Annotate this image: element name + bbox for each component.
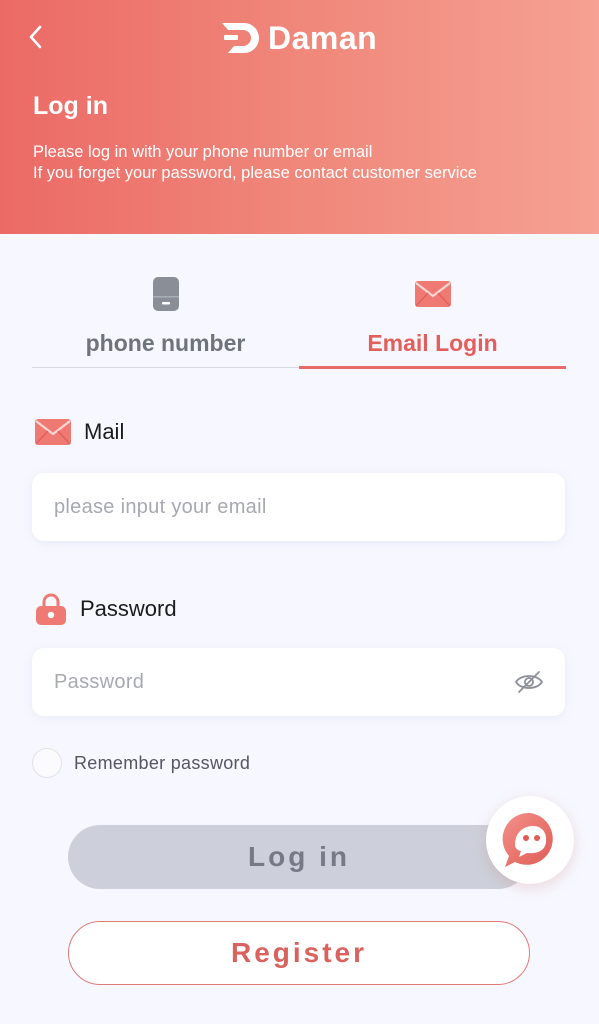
back-button[interactable] (20, 22, 50, 52)
remember-password-checkbox[interactable] (32, 748, 62, 778)
email-field-container (32, 473, 565, 541)
tab-email-label: Email Login (367, 330, 498, 356)
login-button[interactable]: Log in (68, 825, 530, 889)
lock-icon (36, 593, 66, 625)
subtitle-line-1: Please log in with your phone number or … (33, 143, 373, 161)
chat-bubble-icon (502, 812, 553, 867)
tab-phone-underline (32, 367, 299, 368)
login-page: Daman Log in Please log in with your pho… (0, 0, 599, 1024)
brand-logo: Daman (220, 18, 377, 58)
page-title: Log in (33, 92, 108, 120)
daman-logo-icon (222, 23, 259, 53)
tab-phone-label: phone number (85, 330, 246, 356)
password-label: Password (80, 596, 177, 621)
remember-password-option[interactable]: Remember password (32, 748, 250, 778)
password-field-container (32, 648, 565, 716)
subtitle-line-2: If you forget your password, please cont… (33, 164, 477, 182)
mail-label: Mail (84, 419, 125, 444)
email-input[interactable] (54, 495, 494, 519)
register-button[interactable]: Register (68, 921, 530, 985)
eye-slash-icon (514, 671, 544, 693)
remember-password-label: Remember password (74, 752, 251, 773)
brand-name: Daman (268, 19, 378, 56)
tab-email-login[interactable]: Email Login (299, 270, 566, 370)
tab-email-underline (299, 366, 566, 369)
password-label-row: Password (34, 592, 177, 626)
customer-service-chat-button[interactable] (486, 796, 574, 884)
phone-icon (146, 274, 186, 314)
envelope-icon (413, 274, 453, 314)
header-banner: Daman Log in Please log in with your pho… (0, 0, 599, 234)
password-input[interactable] (54, 670, 494, 694)
chevron-left-icon (29, 25, 42, 49)
page-subtitle: Please log in with your phone number or … (33, 142, 573, 184)
mail-label-row: Mail (34, 418, 124, 446)
toggle-password-visibility-button[interactable] (513, 667, 545, 697)
mail-envelope-icon (35, 419, 71, 445)
tab-phone-number[interactable]: phone number (32, 270, 299, 370)
login-method-tabs: phone number Email Login (32, 270, 567, 370)
